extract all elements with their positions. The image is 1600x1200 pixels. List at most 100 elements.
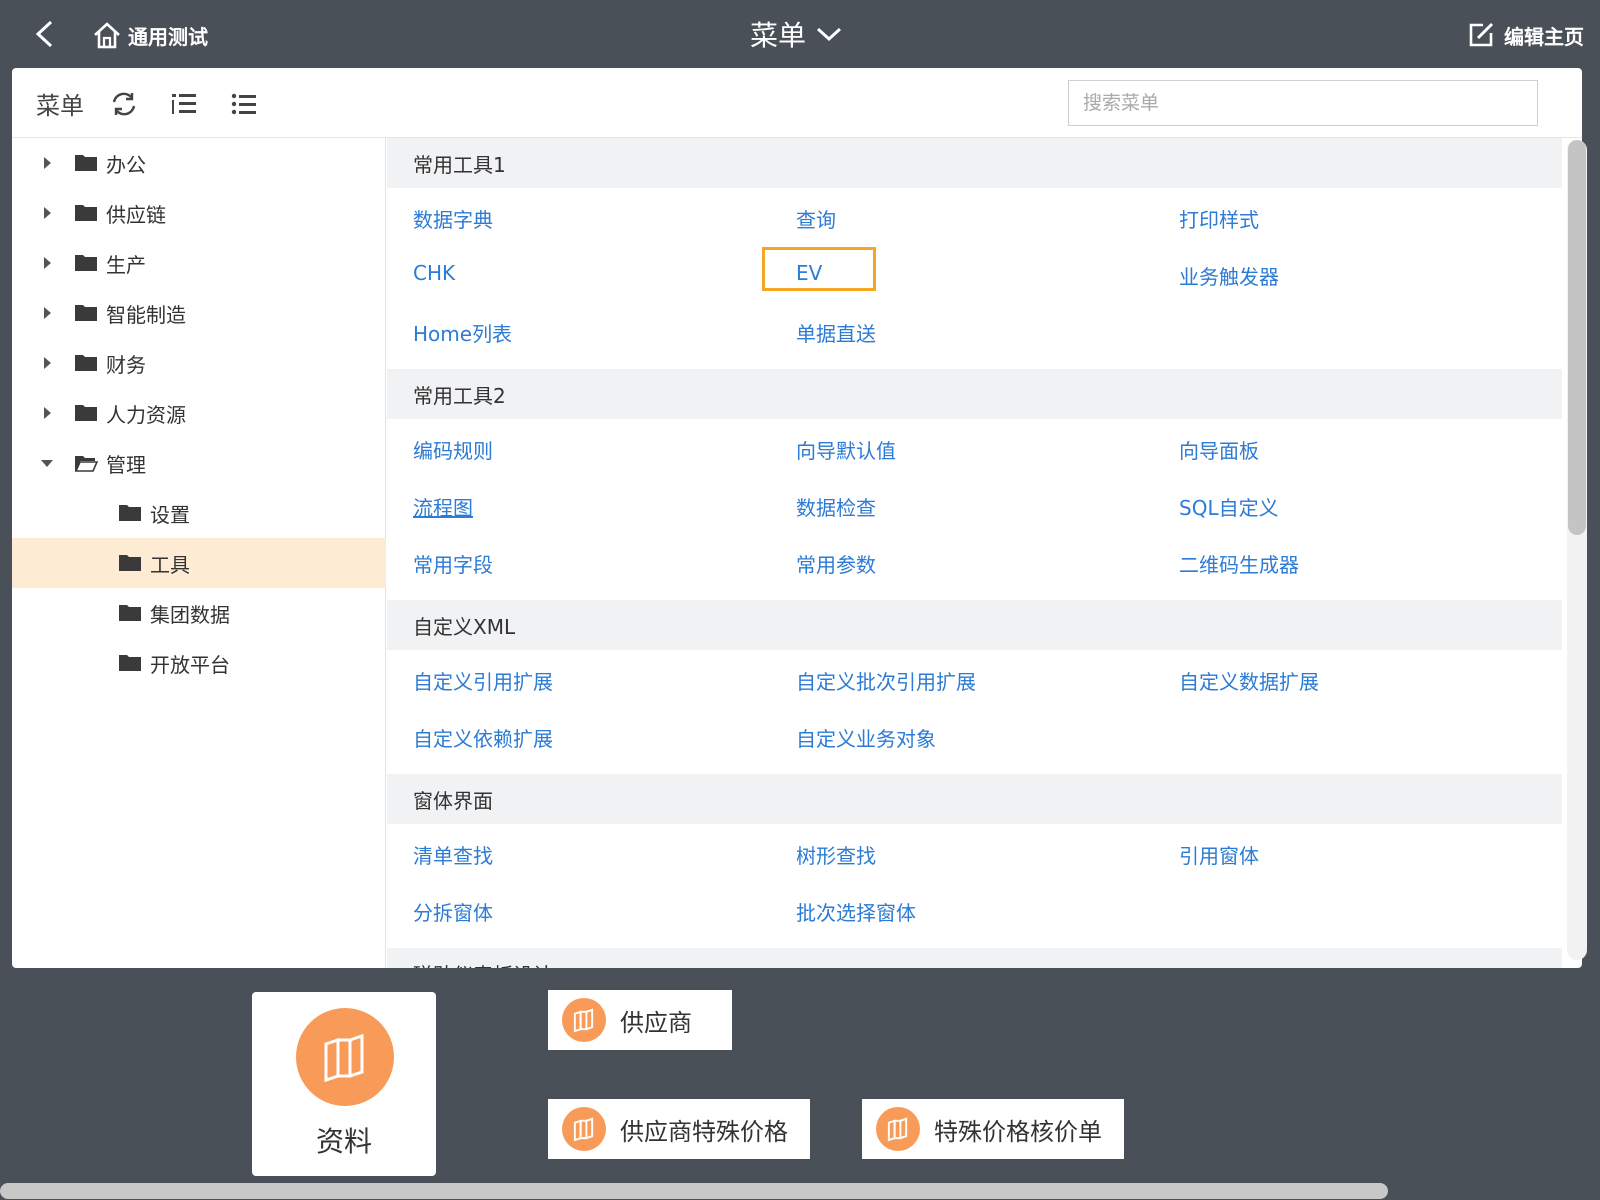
menu-link[interactable]: 树形查找 xyxy=(796,840,876,869)
back-button[interactable] xyxy=(26,16,62,52)
tile-special-price-check[interactable]: 特殊价格核价单 xyxy=(862,1099,1124,1159)
tile-supplier[interactable]: 供应商 xyxy=(548,990,732,1050)
caret-right-icon[interactable] xyxy=(40,256,54,270)
menu-label: 菜单 xyxy=(36,92,84,120)
menu-link[interactable]: 二维码生成器 xyxy=(1179,549,1299,578)
folder-icon xyxy=(118,653,142,673)
books-icon xyxy=(562,998,606,1042)
tile-label: 特殊价格核价单 xyxy=(934,1117,1102,1146)
menu-link[interactable]: 数据字典 xyxy=(413,204,493,233)
tree-item-label: 管理 xyxy=(106,452,146,477)
folder-icon xyxy=(74,353,98,373)
menu-link[interactable]: 数据检查 xyxy=(796,492,876,521)
edit-icon xyxy=(1469,22,1494,47)
chevron-left-icon xyxy=(35,20,53,48)
refresh-icon xyxy=(112,92,136,116)
menu-panel: 菜单 搜索菜单 办公 供应链 生产 智能制造 财务 人力资源 管理 设置 工具 … xyxy=(12,68,1582,968)
tree-item[interactable]: 设置 xyxy=(12,488,386,538)
folder-icon xyxy=(118,553,142,573)
menu-link[interactable]: Home列表 xyxy=(413,318,512,347)
tree-item[interactable]: 集团数据 xyxy=(12,588,386,638)
caret-right-icon[interactable] xyxy=(40,356,54,370)
bullet-list-icon xyxy=(231,93,256,115)
caret-down-icon[interactable] xyxy=(40,456,54,470)
home-icon xyxy=(94,22,120,49)
caret-right-icon[interactable] xyxy=(40,206,54,220)
menu-link[interactable]: CHK xyxy=(413,261,455,285)
menu-link[interactable]: 查询 xyxy=(796,204,836,233)
tile-supplier-special-price[interactable]: 供应商特殊价格 xyxy=(548,1099,810,1159)
menu-link[interactable]: EV xyxy=(796,261,822,285)
chevron-down-icon xyxy=(817,27,842,42)
caret-right-icon[interactable] xyxy=(40,306,54,320)
menu-link[interactable]: 向导面板 xyxy=(1179,435,1259,464)
tree-item[interactable]: 智能制造 xyxy=(12,288,386,338)
menu-link[interactable]: 单据直送 xyxy=(796,318,876,347)
menu-link[interactable]: 自定义引用扩展 xyxy=(413,666,553,695)
section-header: 常用工具1 xyxy=(387,138,1562,188)
tree-item[interactable]: 开放平台 xyxy=(12,638,386,688)
menu-link[interactable]: 引用窗体 xyxy=(1179,840,1259,869)
menu-link[interactable]: 业务触发器 xyxy=(1179,261,1279,290)
folder-icon xyxy=(74,203,98,223)
folder-icon xyxy=(118,503,142,523)
list-view-button[interactable] xyxy=(230,90,258,118)
edit-home-label: 编辑主页 xyxy=(1504,24,1584,49)
menu-link[interactable]: 自定义数据扩展 xyxy=(1179,666,1319,695)
caret-right-icon[interactable] xyxy=(40,406,54,420)
menu-link[interactable]: 自定义依赖扩展 xyxy=(413,723,553,752)
expand-tree-button[interactable] xyxy=(170,90,198,118)
folder-icon xyxy=(74,253,98,273)
content-scrollbar[interactable] xyxy=(1568,140,1586,535)
menu-link[interactable]: 清单查找 xyxy=(413,840,493,869)
menu-link[interactable]: 流程图 xyxy=(413,492,473,521)
folder-icon xyxy=(118,603,142,623)
section-header: 磁贴仪表板设计 xyxy=(387,948,1562,968)
home-button[interactable]: 通用测试 xyxy=(92,18,208,52)
tree-item[interactable]: 生产 xyxy=(12,238,386,288)
menu-link[interactable]: 向导默认值 xyxy=(796,435,896,464)
caret-right-icon[interactable] xyxy=(40,156,54,170)
menu-link[interactable]: 编码规则 xyxy=(413,435,493,464)
tree-item[interactable]: 办公 xyxy=(12,138,386,188)
folder-icon xyxy=(74,403,98,423)
page-horizontal-scrollbar[interactable] xyxy=(0,1183,1388,1199)
home-label: 通用测试 xyxy=(128,24,208,49)
tree-item-label: 集团数据 xyxy=(150,602,230,627)
folder-icon xyxy=(74,303,98,323)
top-bar: 通用测试 菜单 编辑主页 xyxy=(0,0,1600,68)
tree-item-label: 生产 xyxy=(106,252,146,277)
tree-item-label: 办公 xyxy=(106,152,146,177)
tile-ziliao[interactable]: 资料 xyxy=(252,992,436,1176)
menu-link[interactable]: 常用字段 xyxy=(413,549,493,578)
books-icon xyxy=(876,1107,920,1151)
tree-item-label: 智能制造 xyxy=(106,302,186,327)
tree-item[interactable]: 工具 xyxy=(12,538,386,588)
page-title-dropdown[interactable]: 菜单 xyxy=(750,14,842,54)
menu-link[interactable]: 批次选择窗体 xyxy=(796,897,916,926)
refresh-button[interactable] xyxy=(110,90,138,118)
books-icon xyxy=(296,1008,394,1106)
books-icon xyxy=(562,1107,606,1151)
menu-link[interactable]: 分拆窗体 xyxy=(413,897,493,926)
tile-label: 资料 xyxy=(315,1125,372,1158)
tree-item[interactable]: 财务 xyxy=(12,338,386,388)
menu-link[interactable]: 自定义批次引用扩展 xyxy=(796,666,976,695)
menu-link[interactable]: 常用参数 xyxy=(796,549,876,578)
tree-item[interactable]: 供应链 xyxy=(12,188,386,238)
tree-item-label: 设置 xyxy=(150,502,190,527)
tree-item[interactable]: 管理 xyxy=(12,438,386,488)
menu-link[interactable]: 自定义业务对象 xyxy=(796,723,936,752)
section-header: 自定义XML xyxy=(387,600,1562,650)
tree-item-label: 人力资源 xyxy=(106,402,186,427)
menu-link[interactable]: SQL自定义 xyxy=(1179,492,1279,521)
search-input[interactable] xyxy=(1068,80,1538,126)
section-header: 常用工具2 xyxy=(387,369,1562,419)
menu-link[interactable]: 打印样式 xyxy=(1179,204,1259,233)
menu-content: 常用工具1 数据字典 查询 打印样式 CHK EV 业务触发器 Home列表 单据直送常用工具2… xyxy=(387,138,1577,968)
tree-item-label: 工具 xyxy=(150,552,190,577)
folder-icon xyxy=(74,153,98,173)
edit-home-button[interactable]: 编辑主页 xyxy=(1466,18,1584,52)
panel-header: 菜单 xyxy=(12,68,1582,138)
tree-item[interactable]: 人力资源 xyxy=(12,388,386,438)
